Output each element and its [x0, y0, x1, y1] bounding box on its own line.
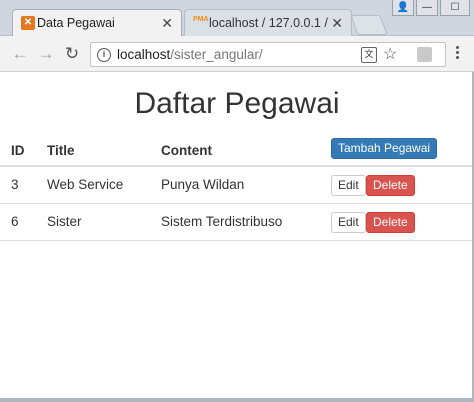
maximize-button[interactable]: ☐: [440, 0, 470, 16]
tab-data-pegawai[interactable]: ✕ Data Pegawai ✕: [12, 9, 182, 36]
table-row: 6 Sister Sistem Terdistribuso Edit Delet…: [0, 204, 474, 241]
header-title: Title: [47, 143, 75, 158]
window-frame-bottom: [0, 398, 474, 402]
window-controls: 👤 — ☐: [392, 0, 470, 16]
delete-button[interactable]: Delete: [366, 212, 415, 233]
cell-title: Web Service: [47, 177, 124, 192]
xampp-icon: ✕: [21, 16, 35, 30]
url-host: localhost: [117, 47, 171, 62]
new-tab-button[interactable]: [350, 15, 388, 35]
tab-title: localhost / 127.0.0.1 /: [209, 16, 328, 30]
phpmyadmin-icon: PMA: [193, 16, 209, 23]
close-icon[interactable]: ✕: [161, 15, 173, 32]
reload-icon[interactable]: ↻: [62, 44, 82, 64]
table-header-row: ID Title Content Tambah Pegawai: [0, 133, 474, 167]
edit-button[interactable]: Edit: [331, 175, 366, 196]
url-text[interactable]: localhost/sister_angular/: [117, 47, 263, 62]
delete-button[interactable]: Delete: [366, 175, 415, 196]
page-content: Daftar Pegawai ID Title Content Tambah P…: [0, 73, 474, 398]
cell-id: 6: [11, 214, 19, 229]
address-bar[interactable]: i localhost/sister_angular/ 文 ☆: [90, 42, 446, 67]
menu-dots-icon[interactable]: [456, 46, 460, 61]
close-icon[interactable]: ✕: [331, 15, 343, 32]
info-icon[interactable]: i: [97, 48, 111, 62]
browser-tab-strip: ✕ Data Pegawai ✕ PMA localhost / 127.0.0…: [0, 0, 474, 36]
bookmark-star-icon[interactable]: ☆: [383, 44, 397, 64]
tab-title: Data Pegawai: [37, 16, 115, 30]
browser-toolbar: ← → ↻ i localhost/sister_angular/ 文 ☆: [0, 36, 474, 72]
back-arrow-icon[interactable]: ←: [10, 44, 30, 64]
employee-table: ID Title Content Tambah Pegawai 3 Web Se…: [0, 133, 474, 241]
url-path: /sister_angular/: [170, 47, 263, 62]
edit-button[interactable]: Edit: [331, 212, 366, 233]
cell-content: Sistem Terdistribuso: [161, 214, 283, 229]
tab-phpmyadmin[interactable]: PMA localhost / 127.0.0.1 / ✕: [184, 9, 352, 36]
forward-arrow-icon[interactable]: →: [36, 44, 56, 64]
page-title: Daftar Pegawai: [134, 87, 340, 120]
translate-icon[interactable]: 文: [361, 47, 377, 63]
cell-id: 3: [11, 177, 19, 192]
header-id: ID: [11, 143, 25, 158]
add-employee-button[interactable]: Tambah Pegawai: [331, 138, 438, 159]
cell-content: Punya Wildan: [161, 177, 245, 192]
cell-title: Sister: [47, 214, 82, 229]
user-icon[interactable]: 👤: [392, 0, 414, 16]
table-row: 3 Web Service Punya Wildan Edit Delete: [0, 167, 474, 204]
extension-icon[interactable]: [417, 47, 432, 62]
minimize-button[interactable]: —: [416, 0, 438, 16]
header-content: Content: [161, 143, 212, 158]
